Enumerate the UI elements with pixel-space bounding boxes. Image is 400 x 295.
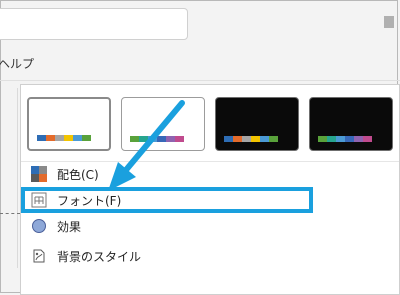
annotation-arrow-icon [108, 100, 185, 191]
